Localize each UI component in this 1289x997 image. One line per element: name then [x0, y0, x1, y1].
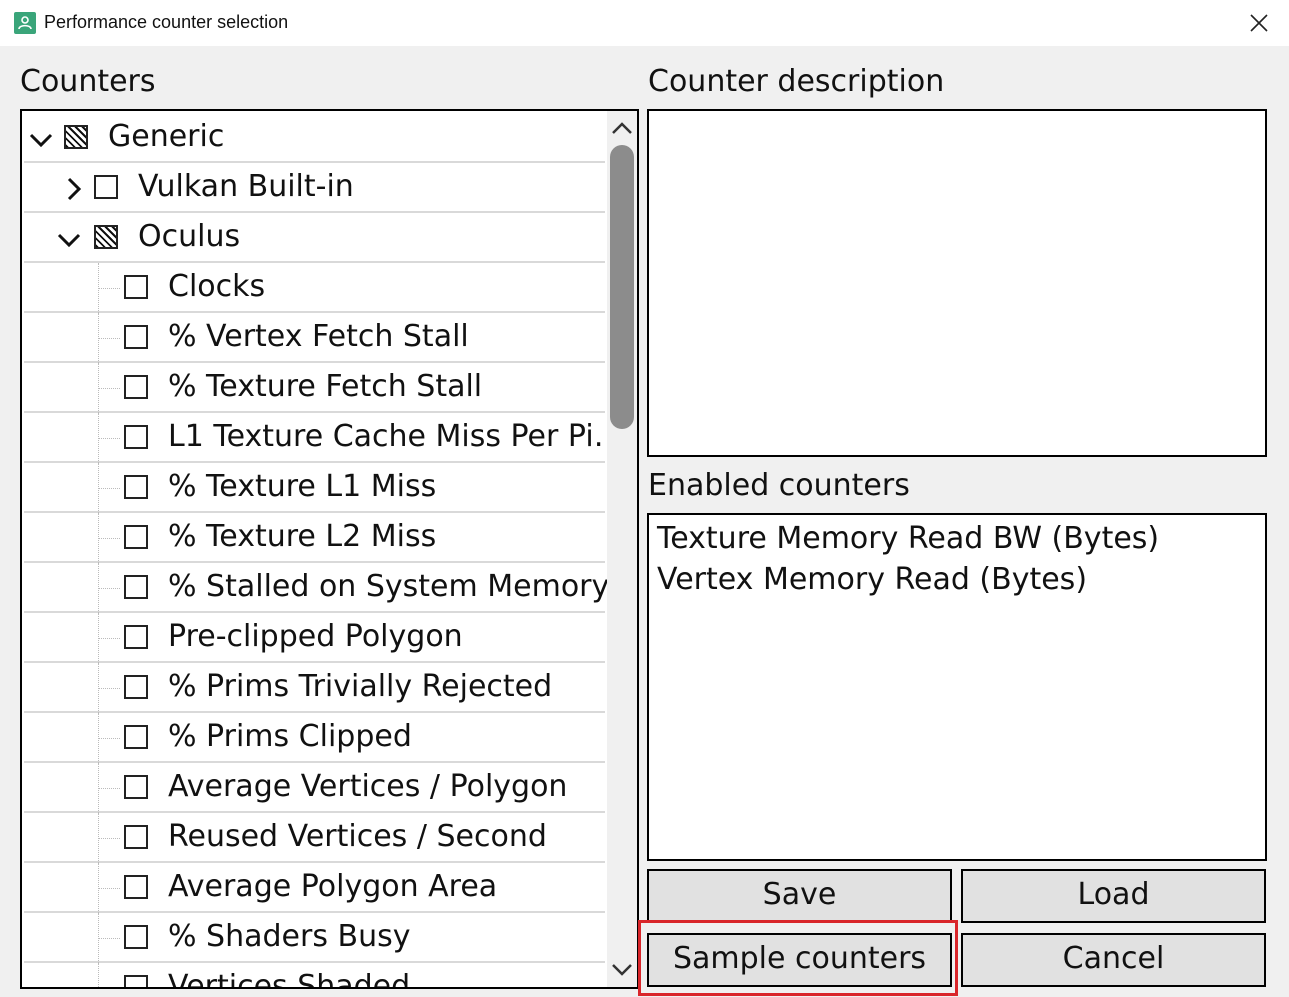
tree-row[interactable]: Reused Vertices / Second: [24, 813, 605, 863]
tree-row-label: % Vertex Fetch Stall: [168, 319, 469, 354]
chevron-down-icon: [612, 964, 632, 976]
chevron-up-icon: [612, 122, 632, 134]
tree-guide-line: [98, 738, 120, 740]
tree-row[interactable]: % Vertex Fetch Stall: [24, 313, 605, 363]
tree-guide-line: [98, 963, 100, 987]
checkbox[interactable]: [124, 325, 148, 349]
tree-row[interactable]: % Texture Fetch Stall: [24, 363, 605, 413]
tree-row[interactable]: Clocks: [24, 263, 605, 313]
chevron-down-icon[interactable]: [28, 126, 54, 152]
chevron-down-icon[interactable]: [56, 226, 82, 252]
description-label: Counter description: [648, 64, 945, 99]
tree-guide-line: [98, 788, 120, 790]
chevron-right-icon[interactable]: [60, 176, 86, 202]
checkbox[interactable]: [64, 125, 88, 149]
tree-guide-line: [98, 588, 120, 590]
tree-row[interactable]: L1 Texture Cache Miss Per Pi…: [24, 413, 624, 463]
tree-guide-line: [98, 388, 120, 390]
checkbox[interactable]: [124, 675, 148, 699]
tree-row-label: % Prims Trivially Rejected: [168, 669, 553, 704]
close-icon: [1250, 14, 1268, 32]
tree-row-label: Generic: [108, 119, 225, 154]
tree-row[interactable]: Pre-clipped Polygon: [24, 613, 605, 663]
checkbox[interactable]: [124, 925, 148, 949]
checkbox[interactable]: [124, 425, 148, 449]
cancel-button[interactable]: Cancel: [961, 933, 1266, 987]
tree-guide-line: [98, 438, 120, 440]
tree-scrollbar[interactable]: [607, 111, 637, 987]
checkbox[interactable]: [94, 175, 118, 199]
tree-row-label: % Prims Clipped: [168, 719, 412, 754]
tree-row[interactable]: Vertices Shaded: [24, 963, 605, 989]
tree-guide-line: [98, 538, 120, 540]
user-icon: [14, 12, 36, 34]
tree-guide-line: [98, 988, 120, 989]
checkbox[interactable]: [124, 625, 148, 649]
tree-row-label: % Texture L2 Miss: [168, 519, 437, 554]
tree-guide-line: [98, 938, 120, 940]
enabled-counters-label: Enabled counters: [648, 468, 910, 503]
tree-row[interactable]: Oculus: [24, 213, 605, 263]
tree-row[interactable]: % Shaders Busy: [24, 913, 605, 963]
tree-row[interactable]: % Texture L2 Miss: [24, 513, 605, 563]
tree-row[interactable]: Average Polygon Area: [24, 863, 605, 913]
tree-guide-line: [98, 638, 120, 640]
tree-row-label: % Texture L1 Miss: [168, 469, 437, 504]
counters-tree[interactable]: Generic Vulkan Built-in Oculus Clocks % Vert…: [20, 109, 639, 989]
tree-row-label: L1 Texture Cache Miss Per Pi…: [168, 419, 624, 454]
scroll-up-button[interactable]: [607, 115, 637, 141]
counters-label: Counters: [20, 64, 156, 99]
checkbox[interactable]: [94, 225, 118, 249]
title-bar: Performance counter selection: [0, 0, 1289, 46]
tree-row-label: Oculus: [138, 219, 241, 254]
tree-row[interactable]: % Texture L1 Miss: [24, 463, 605, 513]
checkbox[interactable]: [124, 525, 148, 549]
load-button[interactable]: Load: [961, 869, 1266, 923]
checkbox[interactable]: [124, 825, 148, 849]
enabled-counter-item[interactable]: Vertex Memory Read (Bytes): [657, 562, 1087, 597]
tree-row-label: % Texture Fetch Stall: [168, 369, 483, 404]
checkbox[interactable]: [124, 775, 148, 799]
tree-row-label: Clocks: [168, 269, 266, 304]
tree-guide-line: [98, 338, 120, 340]
checkbox[interactable]: [124, 875, 148, 899]
tree-row-label: Vulkan Built-in: [138, 169, 354, 204]
checkbox[interactable]: [124, 275, 148, 299]
tree-row-label: % Stalled on System Memory: [168, 569, 610, 604]
tree-guide-line: [98, 888, 120, 890]
tree-guide-line: [98, 288, 120, 290]
tree-row[interactable]: % Prims Clipped: [24, 713, 605, 763]
tree-row-label: Average Vertices / Polygon: [168, 769, 568, 804]
enabled-counters-list[interactable]: Texture Memory Read BW (Bytes) Vertex Me…: [647, 513, 1267, 861]
highlight-box: [638, 920, 958, 996]
counter-description-box: [647, 109, 1267, 457]
scroll-down-button[interactable]: [607, 957, 637, 983]
tree-row-label: Pre-clipped Polygon: [168, 619, 463, 654]
tree-row-label: Vertices Shaded: [168, 969, 411, 989]
scroll-thumb[interactable]: [610, 145, 634, 429]
save-button[interactable]: Save: [647, 869, 952, 923]
tree-guide-line: [98, 838, 120, 840]
tree-guide-line: [98, 488, 120, 490]
close-button[interactable]: [1232, 0, 1287, 46]
checkbox[interactable]: [124, 725, 148, 749]
tree-row[interactable]: Average Vertices / Polygon: [24, 763, 605, 813]
tree-row[interactable]: Generic: [24, 113, 605, 163]
tree-row-label: % Shaders Busy: [168, 919, 411, 954]
enabled-counter-item[interactable]: Texture Memory Read BW (Bytes): [657, 521, 1159, 556]
tree-row-label: Average Polygon Area: [168, 869, 498, 904]
checkbox[interactable]: [124, 575, 148, 599]
tree-row[interactable]: % Prims Trivially Rejected: [24, 663, 605, 713]
checkbox[interactable]: [124, 975, 148, 987]
window-title: Performance counter selection: [44, 12, 289, 32]
tree-row[interactable]: Vulkan Built-in: [24, 163, 605, 213]
checkbox[interactable]: [124, 475, 148, 499]
checkbox[interactable]: [124, 375, 148, 399]
tree-guide-line: [98, 688, 120, 690]
tree-row-label: Reused Vertices / Second: [168, 819, 547, 854]
tree-row[interactable]: % Stalled on System Memory: [24, 563, 609, 613]
